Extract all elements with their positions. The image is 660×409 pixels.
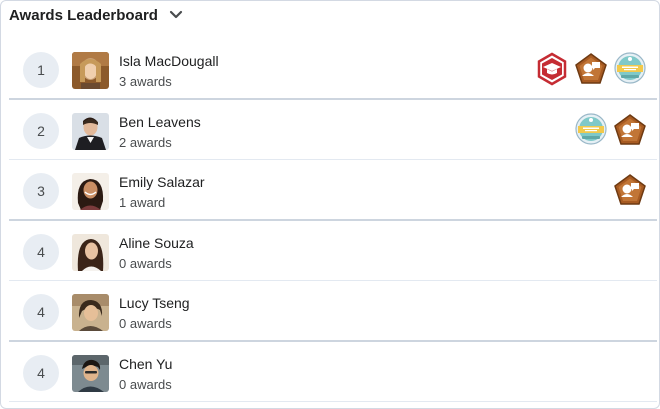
leaderboard-row: 3 Emily Salazar 1 award — [9, 160, 657, 221]
rank-badge: 4 — [23, 294, 59, 330]
leaderboard-row: 4 Lucy Tseng 0 awards — [9, 281, 657, 342]
graduation-cap-badge-icon[interactable] — [535, 52, 569, 86]
chevron-down-icon[interactable] — [168, 7, 184, 23]
leaderboard-row: 1 Isla MacDougall 3 awards — [9, 39, 657, 100]
leaderboard-list: 1 Isla MacDougall 3 awards 2 Ben Leavens… — [9, 39, 657, 402]
speech-pentagon-badge-icon[interactable] — [574, 52, 608, 86]
student-name[interactable]: Chen Yu — [119, 356, 172, 372]
award-count: 0 awards — [119, 316, 172, 331]
rank-badge: 2 — [23, 112, 59, 149]
widget-title: Awards Leaderboard — [9, 6, 158, 24]
certificate-ribbon-badge-icon[interactable] — [613, 52, 647, 86]
rank-badge: 4 — [23, 233, 59, 270]
award-count: 0 awards — [119, 376, 172, 392]
rank-badge: 4 — [23, 354, 59, 391]
student-name[interactable]: Aline Souza — [119, 235, 194, 251]
avatar[interactable] — [72, 173, 109, 210]
student-name[interactable]: Isla MacDougall — [119, 53, 219, 69]
leaderboard-row: 2 Ben Leavens 2 awards — [9, 100, 657, 160]
award-count: 2 awards — [119, 134, 172, 150]
speech-pentagon-badge-icon[interactable] — [613, 173, 647, 207]
rank-badge: 1 — [23, 52, 59, 88]
student-name[interactable]: Ben Leavens — [119, 114, 201, 130]
avatar[interactable] — [72, 294, 109, 331]
award-count: 1 award — [119, 195, 166, 210]
avatar[interactable] — [72, 233, 109, 271]
speech-pentagon-badge-icon[interactable] — [613, 113, 647, 147]
award-count: 3 awards — [119, 74, 172, 89]
badge-list — [613, 173, 647, 207]
avatar[interactable] — [72, 52, 109, 89]
leaderboard-row: 4 Aline Souza 0 awards — [9, 221, 657, 281]
certificate-ribbon-badge-icon[interactable] — [574, 112, 608, 147]
student-name[interactable]: Emily Salazar — [119, 174, 205, 190]
badge-list — [574, 112, 647, 147]
avatar[interactable] — [72, 354, 109, 392]
student-name[interactable]: Lucy Tseng — [119, 295, 190, 311]
avatar[interactable] — [72, 112, 109, 150]
widget-header: Awards Leaderboard — [9, 4, 184, 26]
leaderboard-row: 4 Chen Yu 0 awards — [9, 342, 657, 402]
award-count: 0 awards — [119, 255, 172, 271]
rank-badge: 3 — [23, 173, 59, 209]
badge-list — [535, 52, 647, 86]
awards-leaderboard-widget: Awards Leaderboard 1 Isla MacDougall 3 a… — [0, 0, 660, 409]
